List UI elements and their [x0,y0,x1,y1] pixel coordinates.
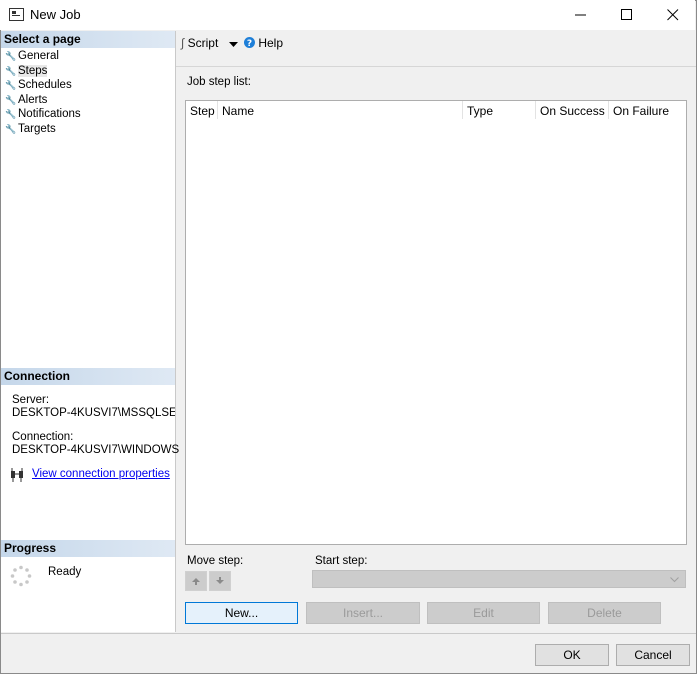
toolbar: ∫ Script ? Help [176,31,696,57]
connection-value: DESKTOP-4KUSVI7\WINDOWS [12,444,180,456]
script-dropdown-button[interactable] [229,37,238,51]
window-app-icon [9,8,24,21]
page-item-schedules[interactable]: 🔧 Schedules [5,78,72,92]
help-icon: ? [244,37,255,49]
server-value: DESKTOP-4KUSVI7\MSSQLSERV [12,407,175,419]
page-item-general[interactable]: 🔧 General [5,49,59,63]
left-pane: Select a page 🔧 General 🔧 Steps 🔧 Schedules… [1,31,180,632]
minimize-icon [575,14,586,16]
wrench-icon: 🔧 [5,109,17,119]
maximize-icon [621,9,632,20]
progress-spinner-icon [10,565,32,590]
script-icon: ∫ [181,36,185,50]
connection-label: Connection: [12,431,74,443]
progress-header: Progress [1,540,175,557]
page-item-steps[interactable]: 🔧 Steps [5,64,48,78]
progress-status: Ready [48,566,82,578]
window-title: New Job [30,7,81,22]
job-step-grid[interactable]: Step Name Type On Success On Failure [185,100,687,545]
column-header-type[interactable]: Type [467,104,493,118]
move-step-up-button[interactable] [185,571,207,591]
wrench-icon: 🔧 [5,66,17,76]
title-bar: New Job [0,0,695,30]
page-item-alerts[interactable]: 🔧 Alerts [5,93,47,107]
column-header-name[interactable]: Name [222,104,254,118]
server-label: Server: [12,394,50,406]
column-separator [608,101,609,119]
ok-button[interactable]: OK [535,644,609,666]
wrench-icon: 🔧 [5,51,17,61]
connection-properties-icon [10,468,26,485]
minimize-button[interactable] [558,0,604,30]
column-header-on-success[interactable]: On Success [540,104,605,118]
page-item-notifications[interactable]: 🔧 Notifications [5,107,81,121]
column-header-step[interactable]: Step [190,104,215,118]
maximize-button[interactable] [604,0,650,30]
page-item-targets[interactable]: 🔧 Targets [5,122,56,136]
column-separator [535,101,536,119]
wrench-icon: 🔧 [5,80,17,90]
svg-text:?: ? [247,39,252,48]
connection-header: Connection [1,368,175,385]
new-step-button[interactable]: New... [185,602,298,624]
close-button[interactable] [650,0,696,30]
column-separator [217,101,218,119]
chevron-down-icon [229,42,238,47]
start-step-label: Start step: [315,555,368,567]
arrow-up-icon [192,578,200,585]
edit-step-button[interactable]: Edit [427,602,540,624]
chevron-down-icon [670,577,679,583]
select-page-header: Select a page [1,31,175,48]
view-connection-properties-link[interactable]: View connection properties [32,468,170,480]
toolbar-separator [176,66,696,67]
wrench-icon: 🔧 [5,124,17,134]
close-icon [667,9,679,21]
help-button[interactable]: ? Help [244,36,283,50]
cancel-button[interactable]: Cancel [616,644,690,666]
wrench-icon: 🔧 [5,95,17,105]
start-step-combo[interactable] [312,570,686,588]
delete-step-button[interactable]: Delete [548,602,661,624]
arrow-down-icon [216,577,224,584]
move-step-down-button[interactable] [209,571,231,591]
move-step-label: Move step: [187,555,244,567]
column-header-on-failure[interactable]: On Failure [613,104,669,118]
insert-step-button[interactable]: Insert... [306,602,420,624]
script-button[interactable]: ∫ Script [181,36,218,50]
column-separator [462,101,463,119]
job-step-list-label: Job step list: [187,76,251,88]
